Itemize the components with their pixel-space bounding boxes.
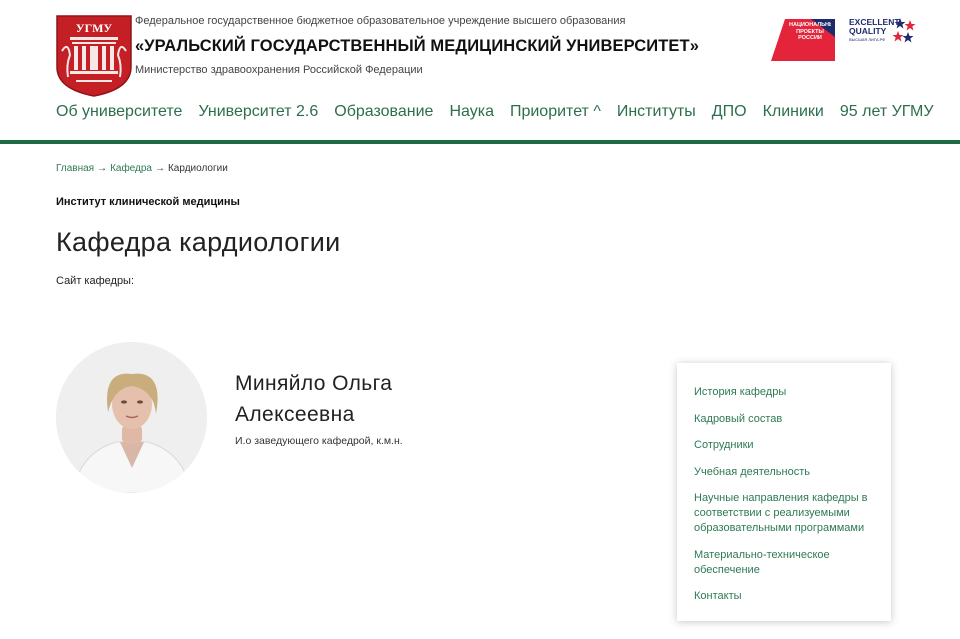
site-header: УГМУ Федеральное государственное бюджетн… (0, 0, 960, 144)
header-divider (0, 140, 960, 144)
breadcrumb-home-link[interactable]: Главная (56, 163, 94, 174)
main-nav: Об университете Университет 2.6 Образова… (56, 103, 934, 121)
breadcrumb-section-link[interactable]: Кафедра (110, 163, 152, 174)
side-menu-item-research-directions[interactable]: Научные направления кафедры в соответств… (694, 491, 880, 536)
nav-item-university-2-6[interactable]: Университет 2.6 (198, 103, 318, 121)
side-menu-item-history[interactable]: История кафедры (694, 385, 880, 400)
badge-eq-line2: QUALITY (849, 26, 887, 36)
university-crest-logo[interactable]: УГМУ (56, 15, 132, 97)
breadcrumb: Главная → Кафедра → Кардиологии (56, 163, 228, 174)
side-menu-item-facilities[interactable]: Материально-техническое обеспечение (694, 548, 880, 578)
breadcrumb-separator: → (154, 163, 165, 174)
nav-item-dpo[interactable]: ДПО (712, 103, 747, 121)
nav-item-education[interactable]: Образование (334, 103, 433, 121)
ministry-text: Министерство здравоохранения Российской … (135, 64, 423, 76)
person-name: Миняйло Ольга Алексеевна (235, 372, 393, 426)
side-menu-item-staff-composition[interactable]: Кадровый состав (694, 412, 880, 427)
nav-item-institutes[interactable]: Институты (617, 103, 696, 121)
breadcrumb-current: Кардиологии (167, 163, 228, 174)
breadcrumb-separator: → (97, 163, 108, 174)
org-title-block: Федеральное государственное бюджетное об… (135, 15, 699, 76)
national-projects-badge[interactable]: НАЦИОНАЛЬНЫЕ ПРОЕКТЫ РОССИИ (771, 17, 835, 63)
crest-text: УГМУ (76, 21, 113, 35)
nav-item-science[interactable]: Наука (449, 103, 494, 121)
university-name[interactable]: «УРАЛЬСКИЙ ГОСУДАРСТВЕННЫЙ МЕДИЦИНСКИЙ У… (135, 37, 699, 56)
person-role: И.о заведующего кафедрой, к.м.н. (235, 435, 403, 447)
side-menu-item-employees[interactable]: Сотрудники (694, 438, 880, 453)
head-of-department-photo (56, 342, 207, 493)
side-menu-item-teaching[interactable]: Учебная деятельность (694, 465, 880, 480)
department-site-label: Сайт кафедры: (56, 275, 135, 287)
portrait-image (56, 342, 207, 493)
nav-item-clinics[interactable]: Клиники (763, 103, 824, 121)
national-projects-text: НАЦИОНАЛЬНЫЕ ПРОЕКТЫ РОССИИ (789, 22, 831, 41)
org-type-text: Федеральное государственное бюджетное об… (135, 15, 626, 27)
badge-eq-line3: ВЫСШАЯ ЛИГА.РФ (849, 37, 885, 42)
nav-item-95-years[interactable]: 95 лет УГМУ (840, 103, 934, 121)
nav-item-about[interactable]: Об университете (56, 103, 182, 121)
nav-item-priority[interactable]: Приоритет ^ (510, 103, 601, 121)
department-side-menu: История кафедры Кадровый состав Сотрудни… (677, 363, 891, 621)
page-title: Кафедра кардиологии (56, 227, 341, 257)
excellent-quality-badge[interactable]: EXCELLENT QUALITY ВЫСШАЯ ЛИГА.РФ (848, 16, 916, 44)
institute-label: Институт клинической медицины (56, 196, 240, 208)
side-menu-item-contacts[interactable]: Контакты (694, 589, 880, 604)
